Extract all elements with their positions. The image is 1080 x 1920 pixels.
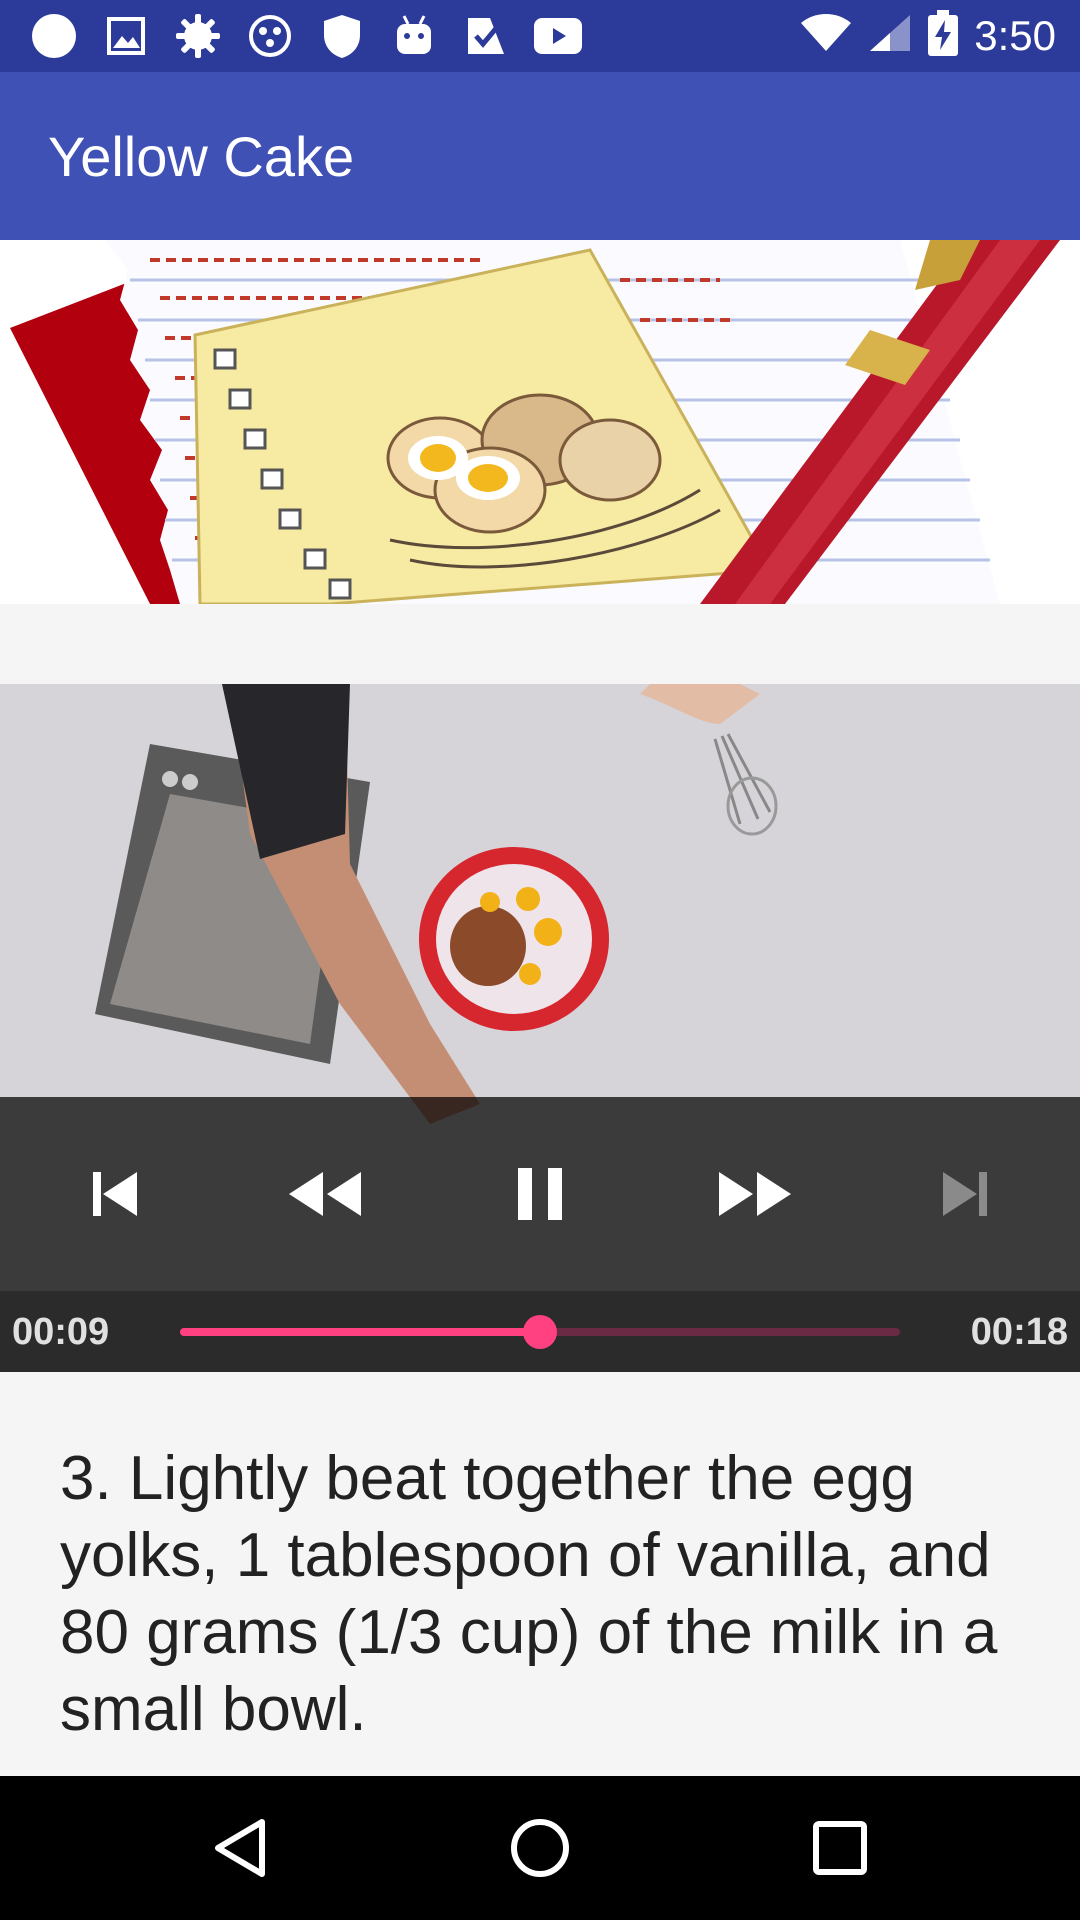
fast-forward-icon [719,1172,791,1216]
seek-thumb[interactable] [523,1315,557,1349]
recents-icon [813,1821,867,1875]
seek-progress [180,1328,540,1336]
back-button[interactable] [200,1808,280,1888]
recents-button[interactable] [800,1808,880,1888]
clock: 3:50 [974,11,1056,59]
status-bar: 3:50 [0,0,1080,72]
wifi-icon [800,13,852,58]
dots-icon [246,14,294,58]
fast-forward-button[interactable] [700,1139,810,1249]
rewind-button[interactable] [270,1139,380,1249]
skip-next-button[interactable] [910,1139,1020,1249]
video-player[interactable]: 00:09 00:18 [0,684,1080,1372]
skip-next-icon [943,1172,987,1216]
image-icon [102,14,150,58]
rewind-icon [289,1172,361,1216]
app-bar: Yellow Cake [0,72,1080,240]
total-time: 00:18 [970,1311,1068,1353]
back-icon [215,1819,265,1877]
home-icon [511,1819,569,1877]
system-icons: 3:50 [800,10,1056,61]
pause-button[interactable] [485,1139,595,1249]
pause-icon [518,1168,562,1220]
seek-bar-row: 00:09 00:18 [0,1291,1080,1372]
gear-notification-icon [174,14,222,58]
battery-charging-icon [928,10,959,61]
seek-bar[interactable] [180,1315,900,1349]
shield-icon [318,14,366,58]
navigation-bar [0,1776,1080,1920]
skip-previous-icon [93,1172,137,1216]
circle-notification-icon [30,14,78,58]
current-time: 00:09 [12,1311,110,1353]
step-description: 3. Lightly beat together the egg yolks, … [60,1444,998,1744]
signal-icon [868,13,912,58]
android-icon [390,14,438,58]
youtube-icon [534,14,582,58]
recipe-header-image [0,240,1080,604]
check-icon [462,14,510,58]
skip-previous-button[interactable] [60,1139,170,1249]
notification-icons [30,14,582,58]
page-title: Yellow Cake [48,125,355,188]
home-button[interactable] [500,1808,580,1888]
